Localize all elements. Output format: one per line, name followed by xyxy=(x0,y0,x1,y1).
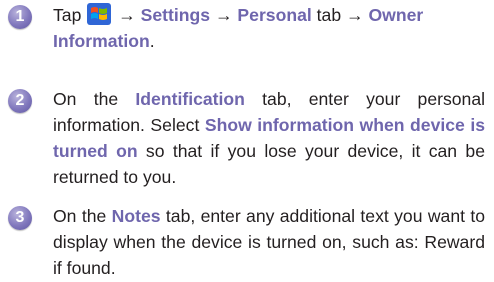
windows-start-icon xyxy=(87,3,112,25)
notes-keyword: Notes xyxy=(111,206,161,226)
step-3-on-the: On the xyxy=(53,206,107,226)
step-1-text: Tap → Settings → Personal tab → Owner Inf… xyxy=(53,2,485,54)
identification-keyword: Identification xyxy=(135,89,245,109)
arrow-2: → xyxy=(214,5,233,25)
step-3-text: On the Notes tab, enter any additional t… xyxy=(53,203,485,281)
arrow-3: → xyxy=(346,5,364,25)
step-1-tap: Tap xyxy=(53,5,82,25)
tab-word: tab xyxy=(316,5,342,25)
step-number-badge: 3 xyxy=(8,206,32,230)
personal-keyword: Personal xyxy=(237,5,312,25)
step-number-badge: 1 xyxy=(8,5,32,29)
owner-keyword: Owner xyxy=(368,5,424,25)
step-number-badge: 2 xyxy=(8,89,32,113)
step-1-period: . xyxy=(149,31,155,51)
settings-keyword: Settings xyxy=(140,5,211,25)
step-2-on-the: On the xyxy=(53,89,119,109)
instructions-page: 1 Tap → Settings → Personal tab → Owner I… xyxy=(0,0,494,282)
arrow-1: → xyxy=(118,5,136,25)
information-keyword: Information xyxy=(53,31,150,51)
step-2-text: On the Identification tab, enter your pe… xyxy=(53,86,485,190)
